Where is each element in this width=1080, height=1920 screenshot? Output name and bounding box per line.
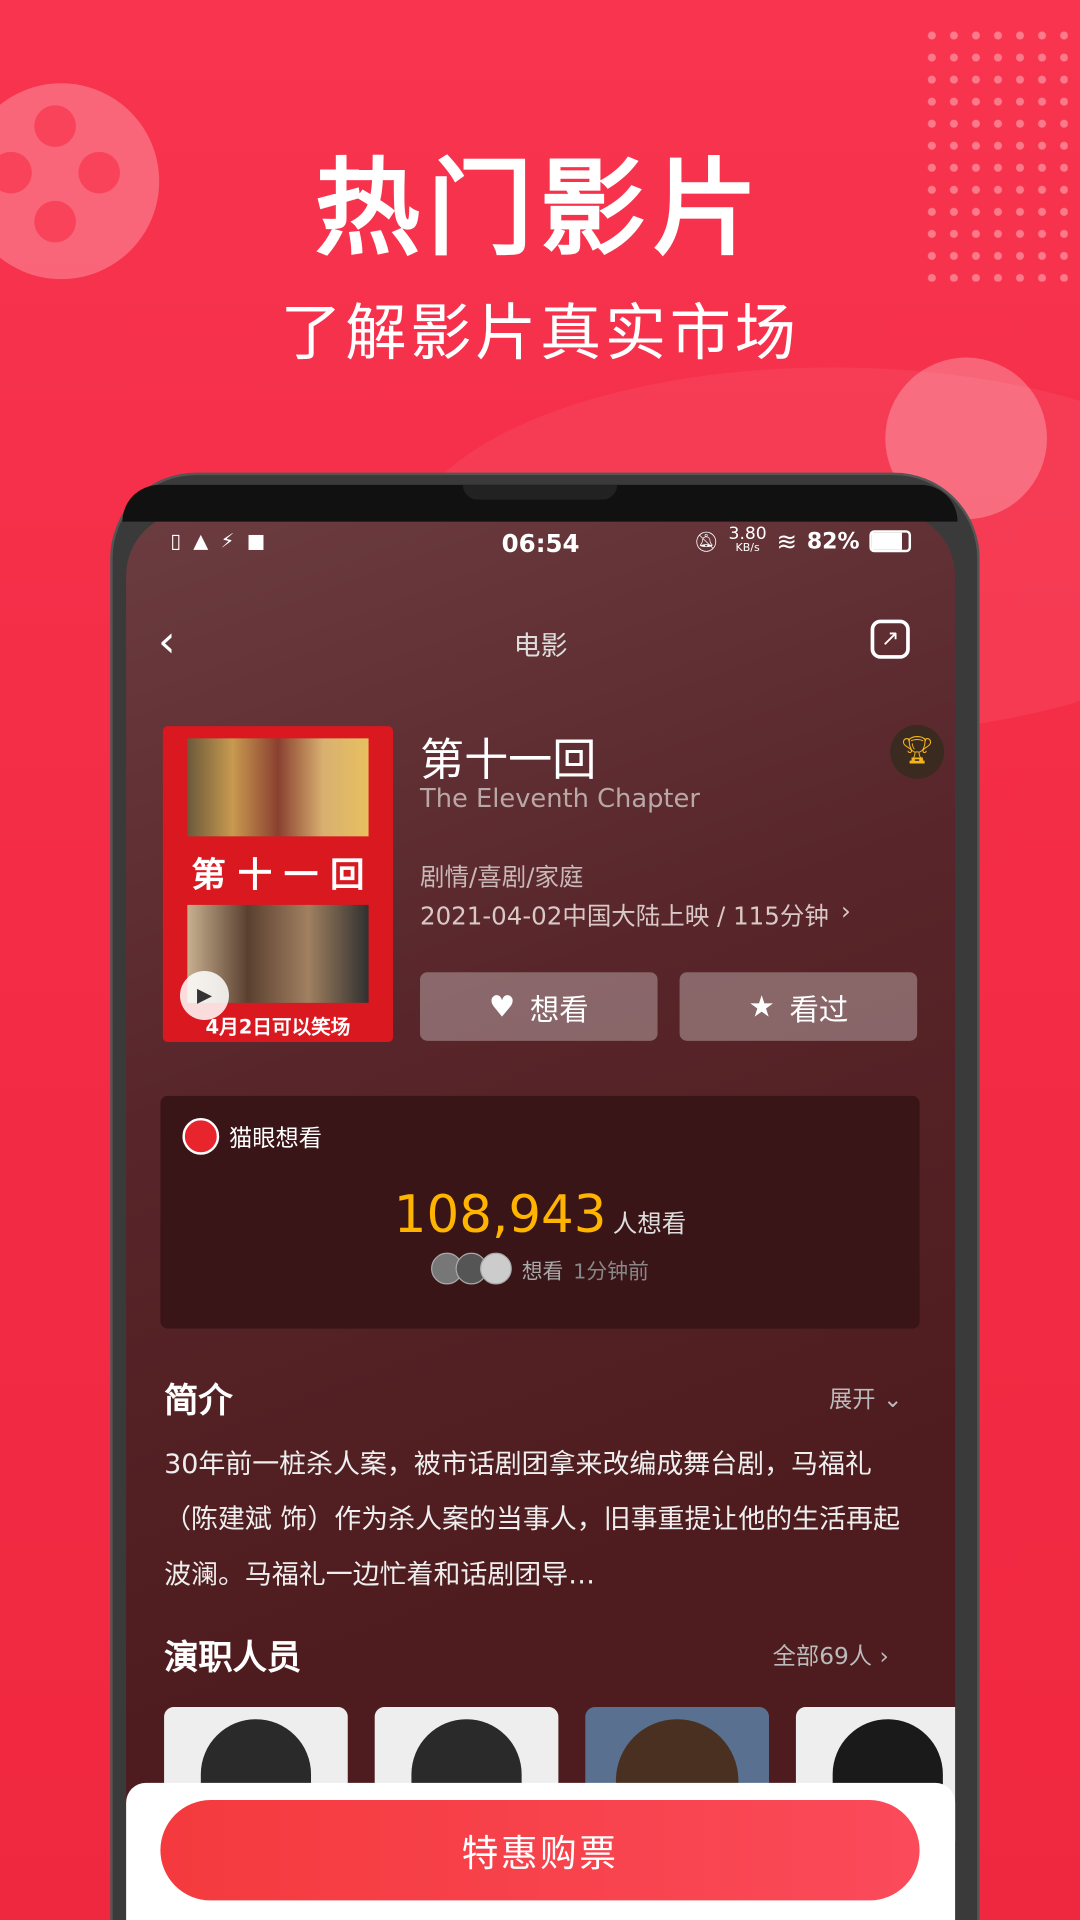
synopsis-heading: 简介 bbox=[164, 1380, 233, 1421]
net-unit: KB/s bbox=[735, 542, 760, 555]
want-count-suffix: 人想看 bbox=[612, 1208, 687, 1238]
cast-heading: 演职人员 bbox=[164, 1637, 302, 1678]
recent-time: 1分钟前 bbox=[573, 1259, 649, 1284]
app-screen: ▯ ▲ ⚡ ■ 06:54 🔕︎ 3.80 KB/s ≋ 82% ‹ 电影 ↗ 第 十 … bbox=[126, 511, 956, 1920]
poster-image bbox=[187, 738, 369, 837]
movie-release-info[interactable]: 2021-04-02中国大陆上映 / 115分钟 › bbox=[420, 896, 851, 932]
expand-button[interactable]: 展开 ⌄ bbox=[829, 1381, 902, 1414]
expand-label: 展开 bbox=[828, 1386, 876, 1414]
chevron-down-icon: ⌄ bbox=[882, 1386, 903, 1414]
maoyan-label: 猫眼想看 bbox=[228, 1124, 323, 1152]
want-count: 108,943 bbox=[393, 1184, 607, 1245]
battery-icon bbox=[869, 530, 912, 553]
status-icons-right: 🔕︎ 3.80 KB/s ≋ 82% bbox=[693, 524, 912, 556]
poster-title: 第 十 一 回 bbox=[191, 854, 365, 896]
promo-title: 热门影片 bbox=[314, 148, 766, 271]
wifi-icon: ≋ bbox=[776, 526, 798, 556]
battery-percent: 82% bbox=[806, 528, 860, 555]
promo-stage: 热门影片 了解影片真实市场 ▯ ▲ ⚡ ■ 06:54 🔕︎ 3.80 KB/s ≋ 8… bbox=[0, 0, 1080, 1920]
share-button[interactable]: ↗ bbox=[870, 619, 910, 659]
maoyan-want-card: 猫眼想看 108,943 人想看 想看 1分钟前 bbox=[160, 1095, 920, 1329]
movie-genres: 剧情/喜剧/家庭 bbox=[420, 862, 584, 892]
mute-icon: 🔕︎ bbox=[693, 529, 719, 553]
net-speed: 3.80 bbox=[728, 524, 767, 544]
want-label: 想看 bbox=[529, 992, 589, 1027]
chevron-right-icon: › bbox=[841, 896, 851, 926]
trophy-icon[interactable]: 🏆︎ bbox=[890, 724, 945, 779]
watched-label: 看过 bbox=[789, 992, 849, 1027]
promo-subtitle: 了解影片真实市场 bbox=[280, 297, 800, 369]
movie-title: 第十一回 bbox=[420, 735, 597, 787]
phone-speaker bbox=[462, 484, 618, 500]
play-trailer-button[interactable]: ▶ bbox=[180, 971, 229, 1021]
heart-icon: ♥ bbox=[488, 989, 516, 1024]
want-to-watch-button[interactable]: ♥ 想看 bbox=[420, 972, 658, 1041]
buy-ticket-button[interactable]: 特惠购票 bbox=[160, 1800, 920, 1901]
maoyan-cat-icon bbox=[182, 1117, 220, 1155]
watched-button[interactable]: ★ 看过 bbox=[679, 972, 918, 1041]
all-cast-label: 全部69人 bbox=[772, 1643, 873, 1671]
synopsis-text: 30年前一桩杀人案，被市话剧团拿来改编成舞台剧，马福礼（陈建斌 饰）作为杀人案的… bbox=[164, 1449, 901, 1591]
all-cast-link[interactable]: 全部69人 › bbox=[773, 1638, 889, 1671]
nav-title: 电影 bbox=[513, 631, 568, 663]
recent-action: 想看 bbox=[521, 1259, 564, 1284]
movie-poster[interactable]: 第 十 一 回 4月2日可以笑场 ▶ bbox=[162, 726, 394, 1043]
user-avatars bbox=[431, 1252, 512, 1285]
star-icon: ★ bbox=[748, 989, 775, 1024]
release-text: 2021-04-02中国大陆上映 / 115分钟 bbox=[420, 901, 829, 931]
movie-english-title: The Eleventh Chapter bbox=[420, 783, 700, 814]
